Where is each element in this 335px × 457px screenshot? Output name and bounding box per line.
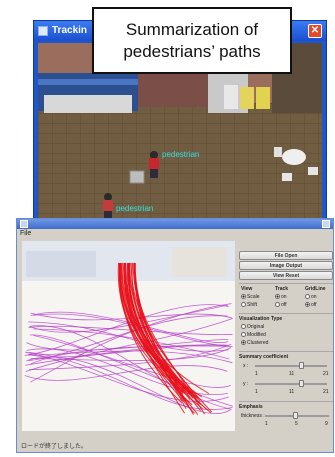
tick-label: 1 (255, 389, 258, 395)
coefficient-y-thumb[interactable] (299, 380, 304, 387)
summarization-titlebar[interactable] (17, 219, 333, 229)
vending-machine (240, 87, 254, 109)
pedestrian-1 (149, 151, 159, 178)
emphasis-title: Emphasis (239, 404, 263, 410)
radio-icon (241, 324, 246, 330)
chair (282, 173, 292, 181)
track-label-2: pedestrian (116, 204, 153, 213)
scale-radio[interactable]: Scale (241, 294, 260, 300)
track-label-1: pedestrian (162, 150, 199, 159)
radio-selected-icon (275, 294, 280, 300)
summary-coefficient-title: Summary coefficient (239, 354, 289, 360)
tick-label: 1 (265, 421, 268, 427)
callout-line-1: Summarization of (125, 20, 259, 39)
control-panel: File Open Image Output View Reset View T… (239, 251, 333, 451)
coefficient-y-label: y : (243, 381, 249, 387)
tick-label: 11 (289, 371, 295, 377)
tick-label: 9 (325, 421, 328, 427)
thickness-thumb[interactable] (293, 412, 298, 419)
tick-label: 21 (323, 389, 329, 395)
coefficient-x-thumb[interactable] (299, 362, 304, 369)
track-label: Track (275, 286, 289, 292)
summary-callout: Summarization of pedestrians’ paths (92, 7, 292, 74)
radio-selected-icon (241, 294, 246, 300)
callout-line-2: pedestrians’ paths (123, 42, 261, 61)
app-icon (38, 26, 48, 36)
tick-label: 11 (289, 389, 295, 395)
path-canvas[interactable] (22, 241, 235, 431)
radio-icon (275, 302, 280, 308)
divider (239, 351, 333, 352)
radio-icon (305, 294, 310, 300)
floor-marker (129, 170, 145, 184)
app-icon (20, 220, 28, 228)
status-bar-text: ロードが終了しました。 (21, 444, 88, 450)
shift-radio[interactable]: Shift (241, 302, 257, 308)
visualization-type-title: Visualization Type (239, 316, 283, 322)
close-icon[interactable] (322, 220, 330, 228)
path-visualization (22, 241, 235, 431)
radio-icon (241, 332, 246, 338)
tick-label: 5 (295, 421, 298, 427)
close-icon[interactable]: ✕ (308, 24, 322, 38)
thickness-label: thickness : (241, 413, 265, 419)
shop-front (44, 95, 132, 113)
menu-file[interactable]: File (20, 230, 31, 237)
summarization-window: File File Open Image Output View Reset V… (16, 218, 334, 453)
pedestrian-2 (103, 193, 113, 221)
divider (239, 401, 333, 402)
original-radio[interactable]: Original (241, 324, 264, 330)
radio-selected-icon (305, 302, 310, 308)
modified-radio[interactable]: Modified (241, 332, 266, 338)
track-on-radio[interactable]: on (275, 294, 287, 300)
view-reset-button[interactable]: View Reset (239, 271, 333, 280)
coefficient-x-label: x : (243, 363, 249, 369)
divider (239, 283, 333, 284)
file-open-button[interactable]: File Open (239, 251, 333, 260)
tick-label: 21 (323, 371, 329, 377)
radio-icon (241, 302, 246, 308)
view-label: View (241, 286, 253, 292)
radio-selected-icon (241, 340, 246, 346)
coefficient-y-slider[interactable] (255, 383, 327, 385)
clustered-radio[interactable]: Clustered (241, 340, 268, 346)
tick-label: 1 (255, 371, 258, 377)
tracking-window-title: Trackin (52, 25, 88, 36)
track-off-radio[interactable]: off (275, 302, 286, 308)
gridline-label: GridLine (305, 286, 326, 292)
grid-off-radio[interactable]: off (305, 302, 316, 308)
image-output-button[interactable]: Image Output (239, 261, 333, 270)
grid-on-radio[interactable]: on (305, 294, 317, 300)
coefficient-x-slider[interactable] (255, 365, 327, 367)
menubar: File (17, 229, 333, 239)
divider (239, 313, 333, 314)
round-table (282, 149, 306, 165)
